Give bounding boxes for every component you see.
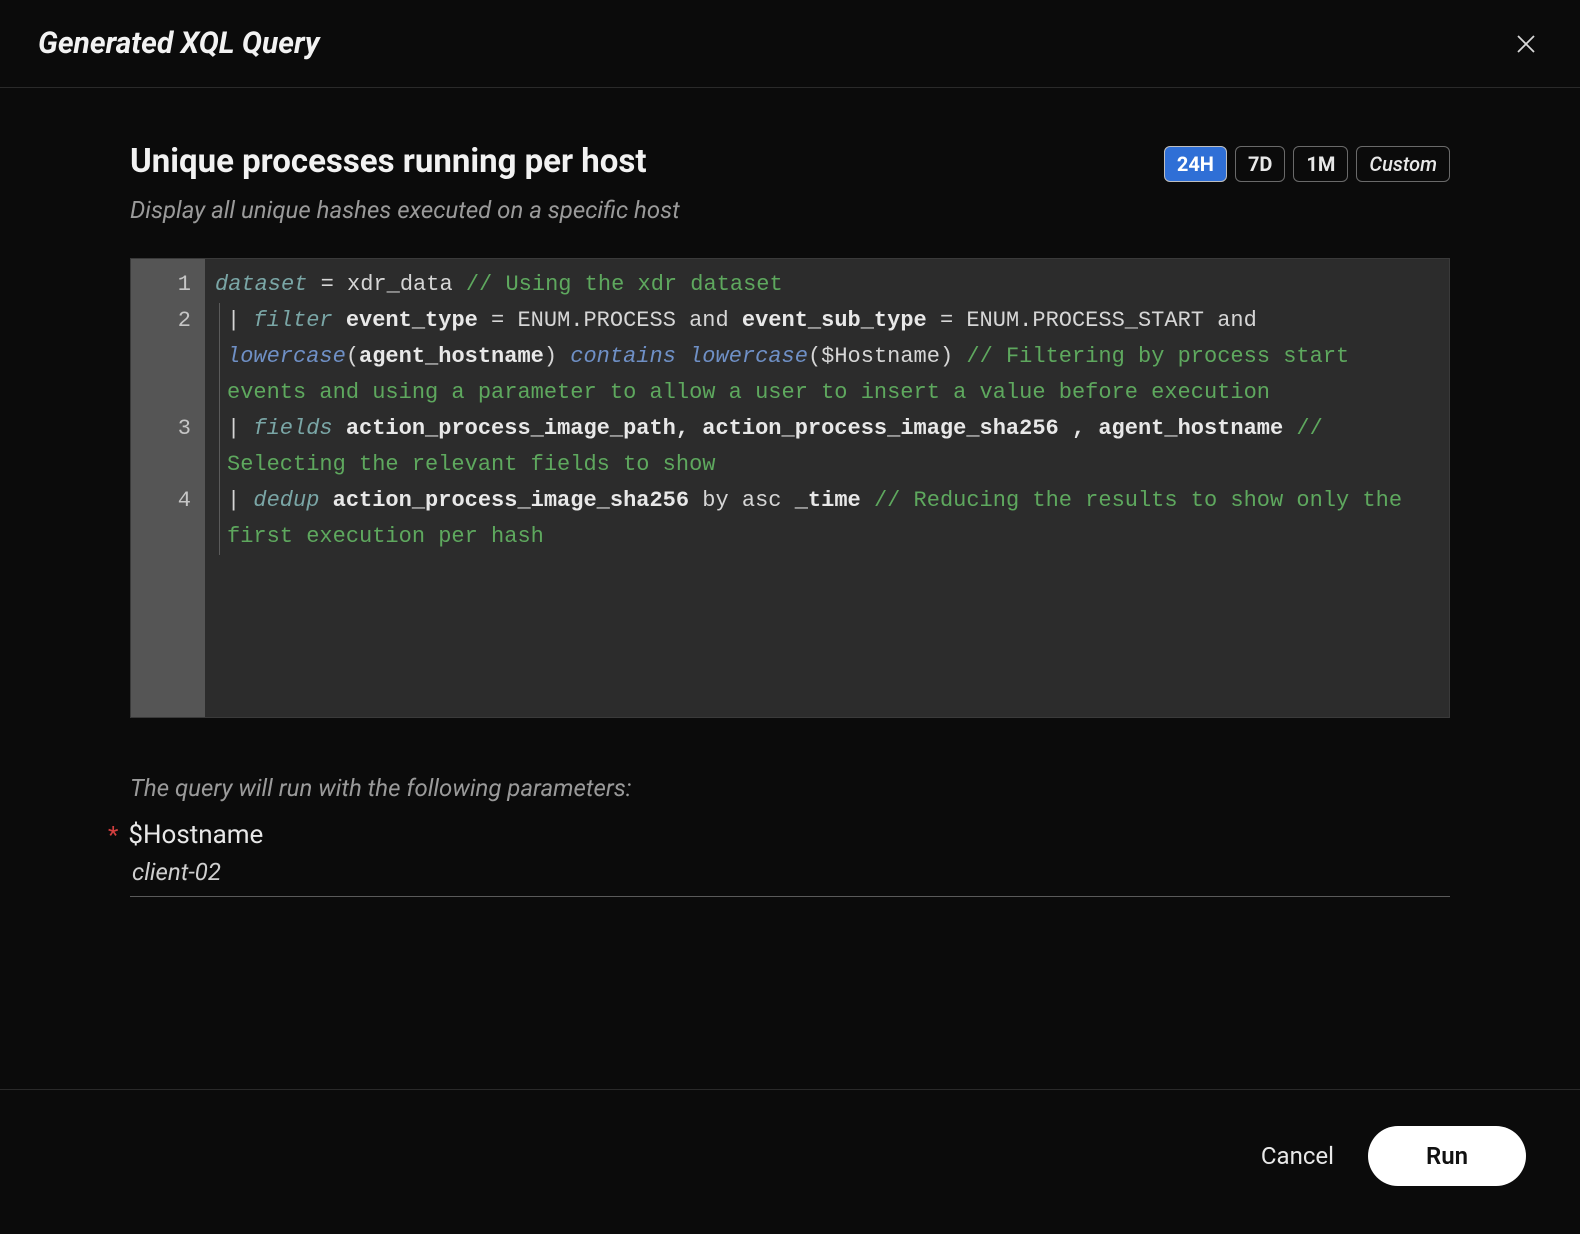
code-line-1: dataset = xdr_data // Using the xdr data… xyxy=(215,267,1437,303)
keyword-fields: fields xyxy=(253,416,332,441)
params-section: The query will run with the following pa… xyxy=(130,774,1450,897)
code-gutter: 1 2 3 4 xyxy=(131,259,205,717)
indent-guide xyxy=(219,303,220,411)
query-description: Display all unique hashes executed on a … xyxy=(130,196,1450,224)
range-custom-button[interactable]: Custom xyxy=(1356,146,1450,182)
code-comment: // Using the xdr dataset xyxy=(466,272,783,297)
range-7d-button[interactable]: 7D xyxy=(1235,146,1285,182)
code-editor[interactable]: 1 2 3 4 dataset = xdr_data // Using the … xyxy=(130,258,1450,718)
range-24h-button[interactable]: 24H xyxy=(1164,146,1227,182)
fn-lowercase: lowercase xyxy=(227,344,346,369)
required-indicator-icon: * xyxy=(108,823,118,847)
run-button[interactable]: Run xyxy=(1368,1126,1526,1186)
modal-title: Generated XQL Query xyxy=(38,26,320,61)
time-range-group: 24H 7D 1M Custom xyxy=(1164,146,1450,182)
modal-footer: Cancel Run xyxy=(0,1089,1580,1234)
modal-root: Generated XQL Query Unique processes run… xyxy=(0,0,1580,1234)
indent-guide xyxy=(219,411,220,483)
param-name: $Hostname xyxy=(128,820,263,850)
code-line-3: | fields action_process_image_path, acti… xyxy=(215,411,1437,483)
close-icon xyxy=(1514,32,1538,56)
modal-body: Unique processes running per host 24H 7D… xyxy=(0,88,1580,1089)
close-button[interactable] xyxy=(1510,28,1542,60)
code-line-2: | filter event_type = ENUM.PROCESS and e… xyxy=(215,303,1437,411)
code-line-4: | dedup action_process_image_sha256 by a… xyxy=(215,483,1437,555)
fn-contains: contains xyxy=(570,344,676,369)
modal-header: Generated XQL Query xyxy=(0,0,1580,88)
keyword-dataset: dataset xyxy=(215,272,307,297)
cancel-button[interactable]: Cancel xyxy=(1261,1142,1334,1170)
indent-guide xyxy=(219,483,220,555)
param-row: * $Hostname xyxy=(130,820,1450,897)
range-1m-button[interactable]: 1M xyxy=(1293,146,1348,182)
keyword-dedup: dedup xyxy=(253,488,319,513)
hostname-field[interactable] xyxy=(130,850,1450,897)
body-head: Unique processes running per host 24H 7D… xyxy=(130,142,1450,182)
query-name: Unique processes running per host xyxy=(130,142,647,181)
code-content[interactable]: dataset = xdr_data // Using the xdr data… xyxy=(205,259,1449,717)
fn-lowercase-2: lowercase xyxy=(689,344,808,369)
params-intro: The query will run with the following pa… xyxy=(130,774,1450,802)
keyword-filter: filter xyxy=(253,308,332,333)
